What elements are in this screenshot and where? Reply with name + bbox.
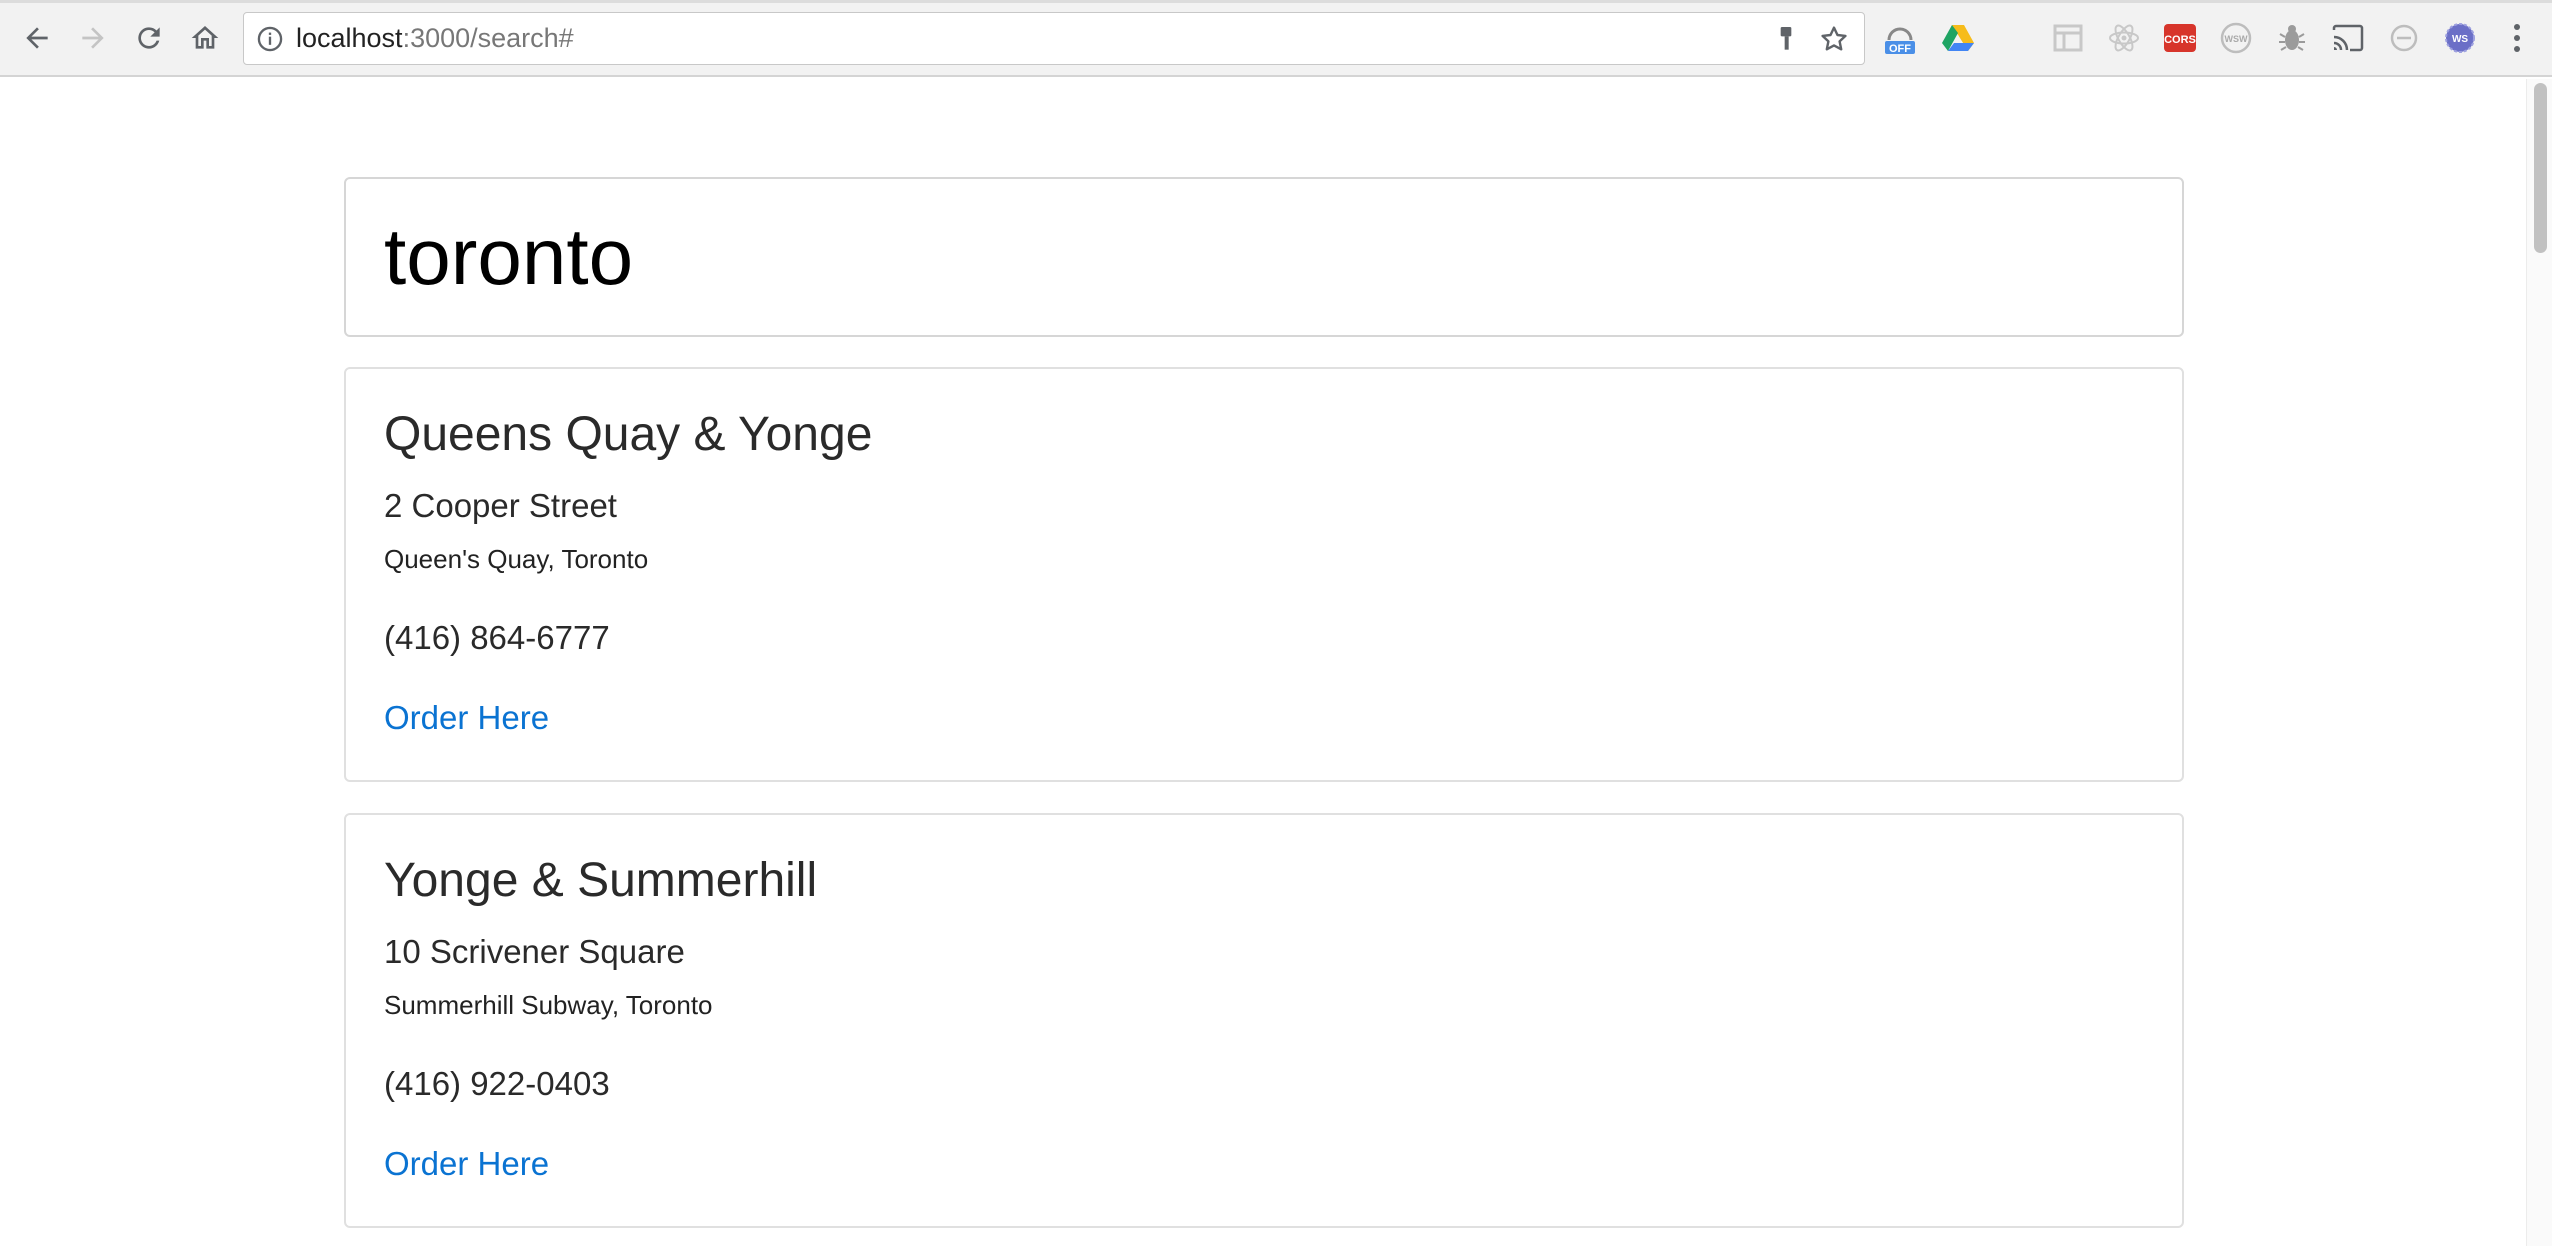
star-icon[interactable] — [1818, 23, 1850, 55]
ext-off-icon[interactable]: OFF — [1882, 20, 1918, 56]
store-card: Queens Quay & Yonge 2 Cooper Street Quee… — [344, 367, 2184, 782]
scrollbar-thumb[interactable] — [2534, 83, 2547, 253]
info-icon[interactable] — [256, 25, 284, 53]
store-area: Queen's Quay, Toronto — [384, 544, 649, 574]
reload-button[interactable] — [127, 16, 171, 60]
ext-crescent-icon[interactable] — [1995, 20, 2031, 56]
store-street: 2 Cooper Street — [384, 487, 617, 524]
page-viewport: Queens Quay & Yonge 2 Cooper Street Quee… — [0, 79, 2552, 1246]
search-input[interactable] — [344, 177, 2184, 337]
cors-badge: CORS — [2164, 34, 2196, 46]
ws-icon[interactable]: WS — [2442, 20, 2478, 56]
address-bar[interactable]: localhost:3000/search# — [243, 12, 1865, 65]
off-badge: OFF — [1889, 43, 1911, 55]
store-phone: (416) 864-6777 — [384, 619, 610, 656]
forward-arrow-icon — [82, 27, 104, 49]
store-area: Summerhill Subway, Toronto — [384, 990, 713, 1020]
react-devtools-icon[interactable] — [2106, 20, 2142, 56]
cors-icon[interactable]: CORS — [2162, 20, 2198, 56]
key-icon[interactable] — [1770, 23, 1802, 55]
vertical-scrollbar[interactable] — [2526, 79, 2552, 1246]
back-button[interactable] — [15, 16, 59, 60]
blocked-circle-icon[interactable] — [2386, 20, 2422, 56]
home-button[interactable] — [183, 16, 227, 60]
more-menu-icon[interactable] — [2503, 18, 2531, 58]
store-name: Queens Quay & Yonge — [384, 408, 873, 461]
store-card: Yonge & Summerhill 10 Scrivener Square S… — [344, 813, 2184, 1228]
wsw-icon[interactable]: WSW — [2218, 20, 2254, 56]
home-icon — [191, 26, 219, 49]
google-drive-icon[interactable] — [1940, 20, 1976, 56]
cast-icon[interactable] — [2330, 20, 2366, 56]
store-street: 10 Scrivener Square — [384, 933, 685, 970]
reload-icon — [138, 27, 160, 49]
order-here-link[interactable]: Order Here — [384, 699, 549, 737]
back-arrow-icon — [26, 27, 48, 49]
store-name: Yonge & Summerhill — [384, 854, 818, 907]
order-here-link[interactable]: Order Here — [384, 1145, 549, 1183]
url-host: localhost — [296, 23, 403, 53]
wsw-badge: WSW — [2225, 34, 2248, 44]
store-phone: (416) 922-0403 — [384, 1065, 610, 1102]
url-text[interactable]: localhost:3000/search# — [296, 13, 574, 64]
ws-badge: WS — [2452, 34, 2468, 45]
forward-button[interactable] — [71, 16, 115, 60]
bug-icon[interactable] — [2274, 20, 2310, 56]
ext-layout-icon[interactable] — [2050, 20, 2086, 56]
browser-toolbar: localhost:3000/search# OFF CORS WSW WS — [0, 0, 2552, 77]
tab-strip-edge — [0, 0, 2552, 3]
url-path: :3000/search# — [402, 23, 574, 53]
